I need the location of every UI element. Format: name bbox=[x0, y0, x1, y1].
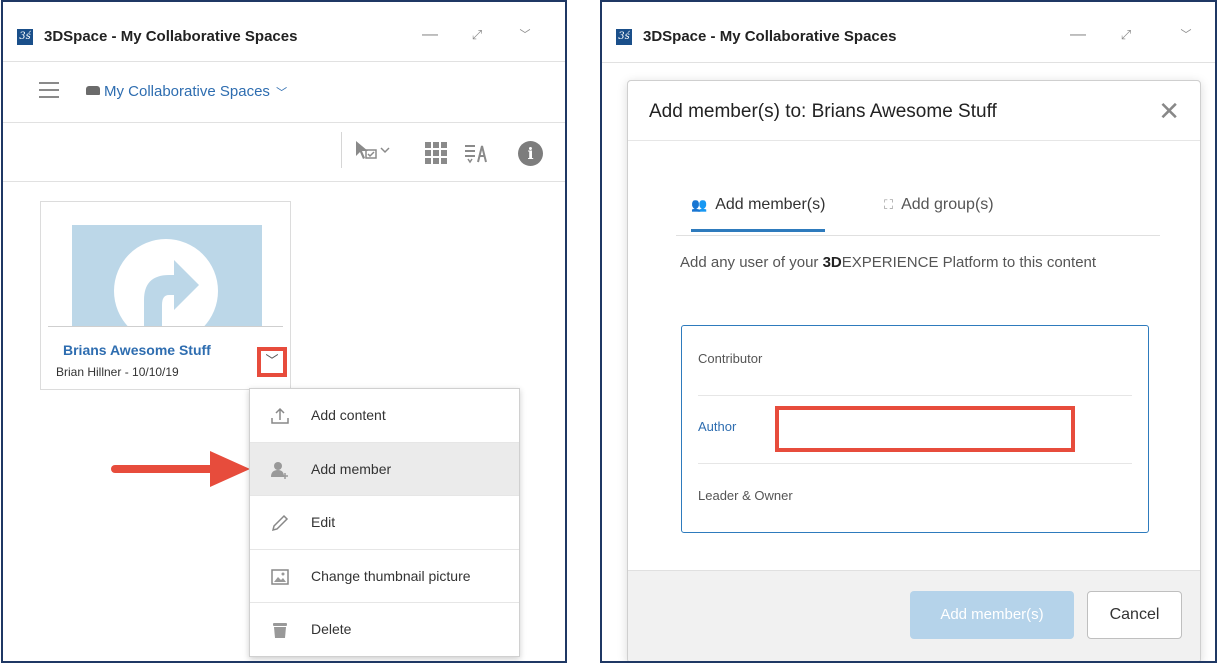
selection-mode-icon[interactable] bbox=[353, 138, 393, 164]
menu-item-label: Delete bbox=[311, 621, 352, 638]
menu-item-label: Edit bbox=[311, 514, 336, 531]
tab-add-groups[interactable]: ⛶ Add group(s) bbox=[884, 196, 994, 214]
widget-title: 3DSpace - My Collaborative Spaces bbox=[44, 28, 298, 45]
collaborative-space-icon bbox=[86, 86, 100, 95]
dialog-description: Add any user of your 3DEXPERIENCE Platfo… bbox=[680, 254, 1097, 271]
dialog-header: Add member(s) to: Brians Awesome Stuff ✕ bbox=[628, 81, 1200, 141]
role-leader-owner[interactable]: Leader & Owner bbox=[698, 488, 793, 503]
maximize-icon[interactable]: ⤢ bbox=[462, 20, 492, 50]
dialog-tabs: 👥 Add member(s) ⛶ Add group(s) bbox=[676, 183, 1160, 236]
tab-add-members[interactable]: 👥 Add member(s) bbox=[691, 196, 826, 232]
menu-item-edit[interactable]: Edit bbox=[250, 496, 519, 550]
chevron-down-icon: ﹀ bbox=[276, 87, 288, 99]
3ds-logo-icon: 3ś bbox=[17, 29, 33, 45]
left-widget-panel: 3ś 3DSpace - My Collaborative Spaces — ⤢… bbox=[1, 0, 567, 663]
space-selector-label: My Collaborative Spaces bbox=[104, 83, 270, 100]
tile-view-icon[interactable] bbox=[425, 142, 447, 164]
upload-icon bbox=[271, 407, 289, 424]
image-icon bbox=[271, 569, 289, 585]
menu-item-label: Add content bbox=[311, 407, 386, 423]
space-title-link[interactable]: Brians Awesome Stuff bbox=[63, 342, 211, 358]
card-actions-chevron-button[interactable]: ﹀ bbox=[257, 347, 287, 377]
card-actions-menu: Add content Add member Edit Change thumb… bbox=[249, 388, 520, 657]
widget-title: 3DSpace - My Collaborative Spaces bbox=[643, 28, 897, 45]
add-members-button[interactable]: Add member(s) bbox=[910, 591, 1074, 639]
role-author[interactable]: Author bbox=[698, 419, 736, 434]
dialog-footer: Add member(s) Cancel bbox=[628, 570, 1200, 661]
collaborative-space-card[interactable]: Brians Awesome Stuff Brian Hillner - 10/… bbox=[40, 201, 291, 390]
cancel-button[interactable]: Cancel bbox=[1087, 591, 1182, 639]
info-icon[interactable]: i bbox=[518, 141, 543, 166]
widget-titlebar: 3ś 3DSpace - My Collaborative Spaces — ⤢… bbox=[602, 2, 1215, 62]
author-member-input[interactable] bbox=[775, 406, 1075, 452]
navigation-bar: My Collaborative Spaces ﹀ bbox=[3, 63, 565, 123]
add-member-icon bbox=[271, 461, 288, 479]
group-icon: ⛶ bbox=[884, 197, 894, 212]
share-arrow-icon bbox=[144, 260, 199, 326]
sort-alpha-icon[interactable] bbox=[463, 142, 493, 166]
space-selector[interactable]: My Collaborative Spaces ﹀ bbox=[86, 83, 287, 100]
menu-item-change-thumbnail[interactable]: Change thumbnail picture bbox=[250, 550, 519, 604]
menu-item-add-content[interactable]: Add content bbox=[250, 389, 519, 443]
minimize-icon[interactable]: — bbox=[1063, 20, 1093, 50]
role-divider bbox=[698, 395, 1132, 396]
menu-item-add-member[interactable]: Add member bbox=[250, 442, 519, 497]
toolbar-divider bbox=[341, 132, 342, 168]
space-thumbnail bbox=[72, 225, 262, 326]
right-widget-panel: 3ś 3DSpace - My Collaborative Spaces — ⤢… bbox=[600, 0, 1217, 663]
annotation-arrow bbox=[111, 451, 250, 487]
tab-label: Add member(s) bbox=[715, 196, 826, 213]
close-icon[interactable]: ✕ bbox=[1158, 96, 1180, 127]
maximize-icon[interactable]: ⤢ bbox=[1111, 20, 1141, 50]
menu-item-label: Add member bbox=[311, 460, 392, 477]
menu-item-delete[interactable]: Delete bbox=[250, 603, 519, 657]
widget-menu-chevron-icon[interactable]: ﹀ bbox=[510, 20, 540, 50]
dialog-title: Add member(s) to: Brians Awesome Stuff bbox=[649, 101, 997, 122]
minimize-icon[interactable]: — bbox=[415, 20, 445, 50]
3ds-logo-icon: 3ś bbox=[616, 29, 632, 45]
hamburger-menu-icon[interactable] bbox=[39, 82, 59, 100]
menu-item-label: Change thumbnail picture bbox=[311, 567, 471, 584]
pencil-icon bbox=[271, 515, 289, 532]
add-member-dialog: Add member(s) to: Brians Awesome Stuff ✕… bbox=[627, 80, 1201, 661]
role-divider bbox=[698, 463, 1132, 464]
tab-label: Add group(s) bbox=[901, 196, 994, 213]
card-divider bbox=[48, 326, 283, 327]
role-selection-box: Contributor Author Leader & Owner bbox=[681, 325, 1149, 533]
add-member-icon: 👥 bbox=[691, 197, 708, 212]
space-owner-date: Brian Hillner - 10/10/19 bbox=[56, 365, 179, 379]
widget-titlebar: 3ś 3DSpace - My Collaborative Spaces — ⤢… bbox=[3, 2, 565, 62]
background-divider bbox=[602, 62, 1215, 63]
widget-menu-chevron-icon[interactable]: ﹀ bbox=[1171, 20, 1201, 50]
trash-icon bbox=[273, 623, 287, 639]
role-contributor[interactable]: Contributor bbox=[698, 351, 762, 366]
